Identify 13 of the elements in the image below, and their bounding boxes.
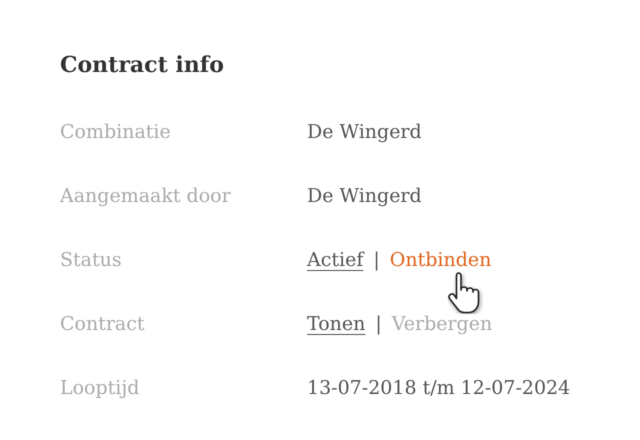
field-value: 13-07-2018 t/m 12-07-2024: [307, 377, 570, 399]
field-label: Contract: [60, 313, 145, 335]
field-label: Status: [60, 249, 122, 271]
field-label: Aangemaakt door: [60, 185, 231, 207]
option-link[interactable]: Actief: [307, 249, 364, 271]
separator: |: [373, 249, 380, 271]
field-value: De Wingerd: [307, 185, 422, 207]
field-label: Looptijd: [60, 377, 140, 399]
field-value: De Wingerd: [307, 121, 422, 143]
field-label: Combinatie: [60, 121, 171, 143]
section-title: Contract info: [60, 52, 225, 78]
option-link[interactable]: Tonen: [307, 313, 366, 335]
separator: |: [375, 313, 382, 335]
